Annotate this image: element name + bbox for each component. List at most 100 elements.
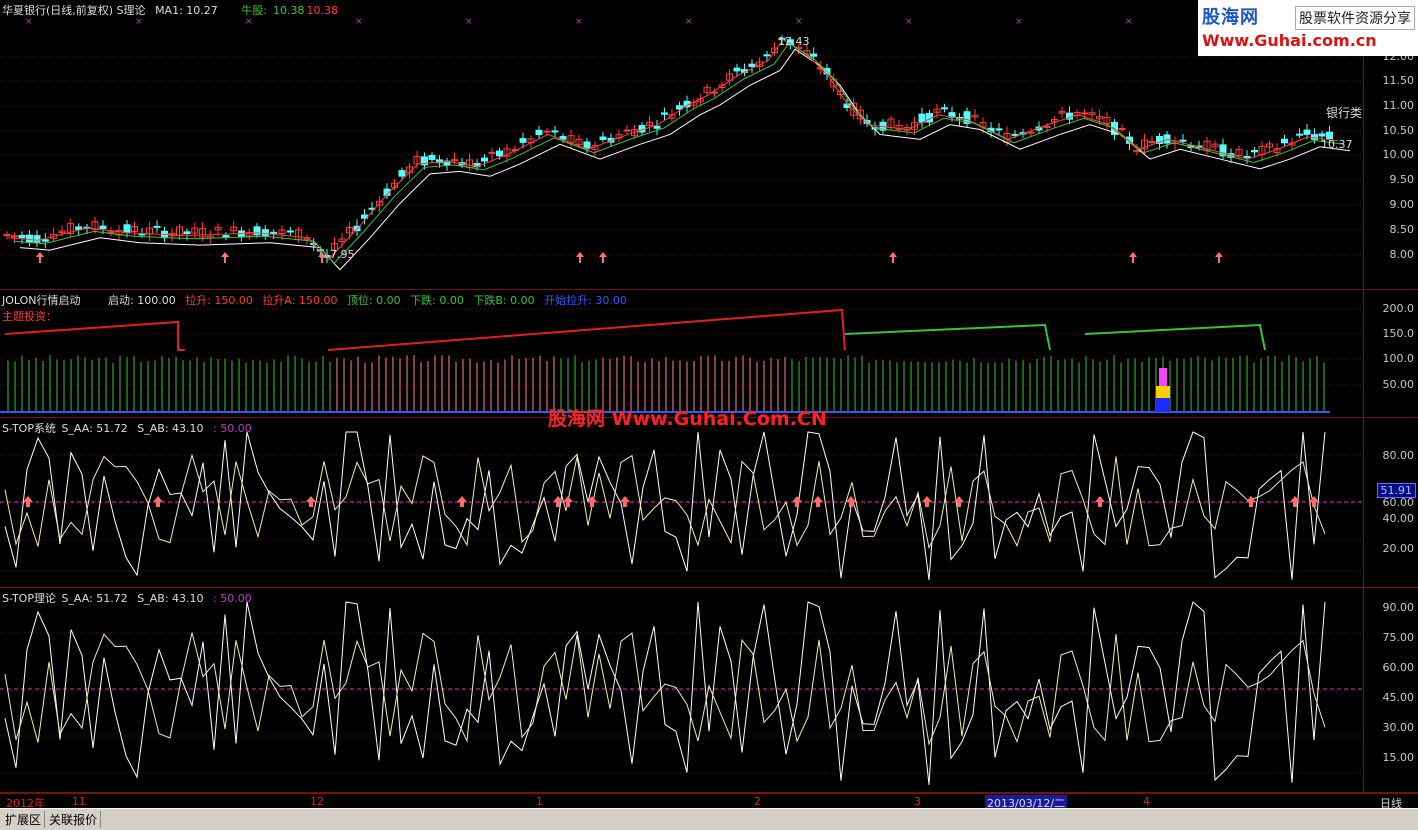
price-axis-tick: 9.00 xyxy=(1389,198,1415,211)
candle-body xyxy=(551,130,559,133)
candle-body xyxy=(748,63,756,67)
candle-body xyxy=(18,234,26,239)
xaxis-label-dec: 12 xyxy=(310,795,324,808)
candlestick-chart[interactable]: ×××××××××××× xyxy=(0,0,1364,290)
stop-system-plot[interactable] xyxy=(0,418,1364,587)
tab-related-quotes[interactable]: 关联报价 xyxy=(46,811,102,828)
jolon-lasheng: 拉升: 150.00 xyxy=(185,294,253,307)
last-price-label: 10.37 xyxy=(1321,138,1353,151)
price-header: 华夏银行(日线,前复权) S理论 MA1: 10.27 牛股: 10.38 10.3… xyxy=(2,2,344,18)
price-axis-tick: 8.00 xyxy=(1389,248,1415,261)
buy-arrow-icon xyxy=(599,252,607,263)
buy-arrow-icon xyxy=(221,252,229,263)
stop-theory-axis-tick: 15.00 xyxy=(1382,751,1415,764)
top-marker-icon: × xyxy=(25,17,33,27)
candle-body xyxy=(1318,133,1326,137)
candle-body xyxy=(1148,140,1156,143)
jolon-panel[interactable]: 200.0 150.0 100.0 50.00 JOLON行情启动 启动: 100.0… xyxy=(0,290,1418,418)
buy-arrow-icon xyxy=(1215,252,1223,263)
candle-body xyxy=(1163,134,1171,144)
candle-body xyxy=(1281,138,1288,144)
top-marker-icon: × xyxy=(795,17,803,27)
price-axis-tick: 11.50 xyxy=(1382,74,1415,87)
jolon-plot[interactable] xyxy=(0,290,1364,417)
stop-theory-axis: 90.00 75.00 60.00 45.00 30.00 15.00 xyxy=(1364,588,1418,792)
top-marker-icon: × xyxy=(905,17,913,27)
guhai-logo: 股海网 股票软件资源分享 Www.Guhai.com.cn xyxy=(1198,0,1418,56)
chart-title: 华夏银行(日线,前复权) S理论 xyxy=(2,4,146,17)
buy-arrow-icon xyxy=(889,252,897,263)
logo-url: Www.Guhai.com.cn xyxy=(1202,31,1377,50)
logo-tagline: 股票软件资源分享 xyxy=(1295,6,1415,30)
candle-body xyxy=(1303,129,1311,135)
top-marker-icon: × xyxy=(1015,17,1023,27)
stop-theory-plot[interactable] xyxy=(0,588,1364,792)
bottom-tab-bar: 扩展区 关联报价 xyxy=(0,808,1418,830)
signal-arrow-icon xyxy=(1095,496,1105,507)
jolon-lasheng-a: 拉升A: 150.00 xyxy=(262,294,338,307)
price-panel[interactable]: ×××××××××××× 12.0011.5011.0010.5010.009.… xyxy=(0,0,1418,290)
ma1-value: MA1: 10.27 xyxy=(155,4,218,17)
candle-body xyxy=(138,233,146,236)
jolon-subtitle: 主题投资： xyxy=(2,310,57,323)
stop-theory-ab: S_AB: 43.10 xyxy=(137,592,204,605)
s-ab-line xyxy=(4,453,1326,550)
date-axis[interactable]: 2012年 11 12 1 2 3 2013/03/12/二 4 日线 xyxy=(0,793,1418,811)
buy-arrow-icon xyxy=(576,252,584,263)
stop-theory-axis-tick: 60.00 xyxy=(1382,661,1415,674)
candle-body xyxy=(810,53,818,57)
price-axis-tick: 10.00 xyxy=(1382,148,1415,161)
signal-arrow-icon xyxy=(792,496,802,507)
jolon-kaishi: 开始拉升: 30.00 xyxy=(544,294,627,307)
bull-label: 牛股: xyxy=(241,4,267,17)
jolon-axis: 200.0 150.0 100.0 50.00 xyxy=(1364,290,1418,417)
signal-arrow-icon xyxy=(306,496,316,507)
candle-body xyxy=(763,54,771,57)
candle-body xyxy=(599,136,607,140)
top-marker-icon: × xyxy=(355,17,363,27)
candle-body xyxy=(1081,112,1088,115)
price-axis-tick: 8.50 xyxy=(1389,223,1415,236)
s-aa-line xyxy=(4,601,1326,785)
stop-system-title: S-TOP系统 xyxy=(2,422,56,435)
xaxis-label-mar: 3 xyxy=(914,795,921,808)
candle-body xyxy=(11,235,18,238)
signal-arrow-icon xyxy=(457,496,467,507)
candle-body xyxy=(1296,133,1303,136)
stop-theory-panel[interactable]: 90.00 75.00 60.00 45.00 30.00 15.00 S-TOP理论 S… xyxy=(0,588,1418,793)
stop-system-panel[interactable]: 80.00 60.00 40.00 20.00 S-TOP系统 S_AA: 51.72… xyxy=(0,418,1418,588)
jolon-title: JOLON行情启动 xyxy=(2,294,81,307)
top-marker-icon: × xyxy=(465,17,473,27)
candle-body xyxy=(481,157,488,162)
buy-arrow-icon xyxy=(36,252,44,263)
stop-theory-title: S-TOP理论 xyxy=(2,592,56,605)
jolon-xiadie: 下跌: 0.00 xyxy=(410,294,464,307)
stop-system-current-value: 51.91 xyxy=(1376,483,1416,498)
signal-arrow-icon xyxy=(153,496,163,507)
stop-system-ab: S_AB: 43.10 xyxy=(137,422,204,435)
stop-theory-chart[interactable] xyxy=(0,588,1364,793)
candle-body xyxy=(183,231,191,235)
stop-system-aa: S_AA: 51.72 xyxy=(61,422,128,435)
xaxis-label-feb: 2 xyxy=(754,795,761,808)
signal-arrow-icon xyxy=(1246,496,1256,507)
top-marker-icon: × xyxy=(575,17,583,27)
candle-body xyxy=(653,125,661,129)
stop-system-axis: 80.00 60.00 40.00 20.00 xyxy=(1364,418,1418,587)
candle-body xyxy=(253,226,261,236)
jolon-chart[interactable] xyxy=(0,290,1364,418)
stop-theory-axis-tick: 75.00 xyxy=(1382,631,1415,644)
s-ab-line xyxy=(4,632,1326,746)
candle-body xyxy=(3,234,11,237)
stop-system-ref: : 50.00 xyxy=(213,422,252,435)
signal-arrow-icon xyxy=(587,496,597,507)
stop-system-chart[interactable] xyxy=(0,418,1364,588)
signal-arrow-icon xyxy=(922,496,932,507)
tab-expand-area[interactable]: 扩展区 xyxy=(2,811,46,828)
price-plot[interactable]: ×××××××××××× xyxy=(0,0,1364,289)
jolon-axis-tick: 150.0 xyxy=(1382,327,1415,340)
ma-line-white xyxy=(19,48,1351,271)
candle-body xyxy=(661,112,668,115)
candle-body xyxy=(623,129,631,132)
jolon-block-yellow xyxy=(1156,386,1170,398)
